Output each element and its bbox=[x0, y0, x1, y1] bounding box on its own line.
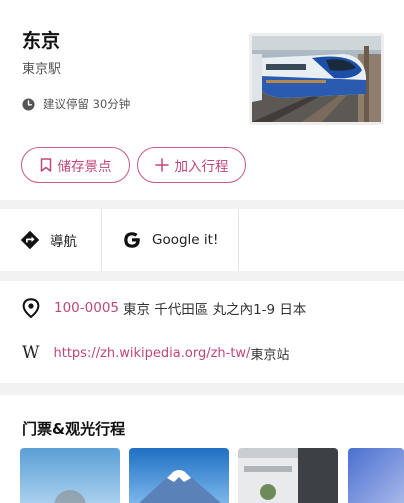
plus-icon bbox=[154, 158, 169, 172]
divider bbox=[238, 209, 239, 271]
google-g-icon bbox=[124, 232, 140, 248]
wikipedia-page[interactable]: 東京站 bbox=[250, 344, 289, 363]
ticket-thumbnail-image bbox=[20, 448, 120, 503]
action-row: 導航 Google it! bbox=[0, 209, 404, 271]
tickets-card: 门票&观光行程 bbox=[0, 395, 404, 503]
place-header-card: 东京 東京駅 建议停留 30分钟 储存景点 加入行程 bbox=[0, 0, 404, 200]
navigate-label: 導航 bbox=[50, 234, 77, 250]
address-row[interactable]: 100-0005 東京 千代田區 丸之內1-9 日本 bbox=[22, 298, 306, 318]
directions-icon bbox=[20, 230, 40, 250]
bookmark-icon bbox=[40, 158, 51, 172]
add-to-itinerary-button[interactable]: 加入行程 bbox=[137, 147, 246, 183]
ticket-thumbnail[interactable] bbox=[348, 448, 404, 503]
ticket-thumbnail-image bbox=[129, 448, 229, 503]
save-place-button[interactable]: 储存景点 bbox=[21, 147, 130, 183]
ticket-thumbnail[interactable] bbox=[129, 448, 229, 503]
ticket-thumbnail[interactable] bbox=[20, 448, 120, 503]
place-photo[interactable] bbox=[249, 33, 384, 125]
train-photo-image bbox=[252, 36, 381, 122]
clock-icon bbox=[22, 97, 35, 111]
stay-duration-label: 建议停留 30分钟 bbox=[43, 97, 131, 111]
place-title: 东京 bbox=[22, 30, 61, 52]
google-search-button[interactable]: Google it! bbox=[122, 209, 218, 271]
wikipedia-row[interactable]: W https://zh.wikipedia.org/zh-tw/ 東京站 bbox=[22, 343, 289, 363]
wikipedia-icon: W bbox=[22, 343, 40, 363]
place-subtitle: 東京駅 bbox=[22, 62, 62, 77]
tickets-section-title: 门票&观光行程 bbox=[22, 420, 126, 438]
save-place-label: 储存景点 bbox=[57, 159, 112, 175]
stay-duration: 建议停留 30分钟 bbox=[22, 96, 130, 112]
postal-code[interactable]: 100-0005 bbox=[54, 300, 119, 316]
location-pin-icon bbox=[22, 298, 40, 318]
navigate-button[interactable]: 導航 bbox=[20, 209, 77, 271]
google-search-label: Google it! bbox=[152, 232, 219, 248]
ticket-thumbnail-image bbox=[238, 448, 338, 503]
place-info-card: 100-0005 東京 千代田區 丸之內1-9 日本 W https://zh.… bbox=[0, 281, 404, 383]
divider bbox=[101, 209, 102, 271]
add-to-itinerary-label: 加入行程 bbox=[174, 159, 229, 175]
wikipedia-link[interactable]: https://zh.wikipedia.org/zh-tw/ bbox=[53, 346, 250, 361]
ticket-thumbnail[interactable] bbox=[238, 448, 338, 503]
ticket-thumbnail-image bbox=[348, 448, 404, 503]
address-text: 東京 千代田區 丸之內1-9 日本 bbox=[123, 302, 307, 318]
